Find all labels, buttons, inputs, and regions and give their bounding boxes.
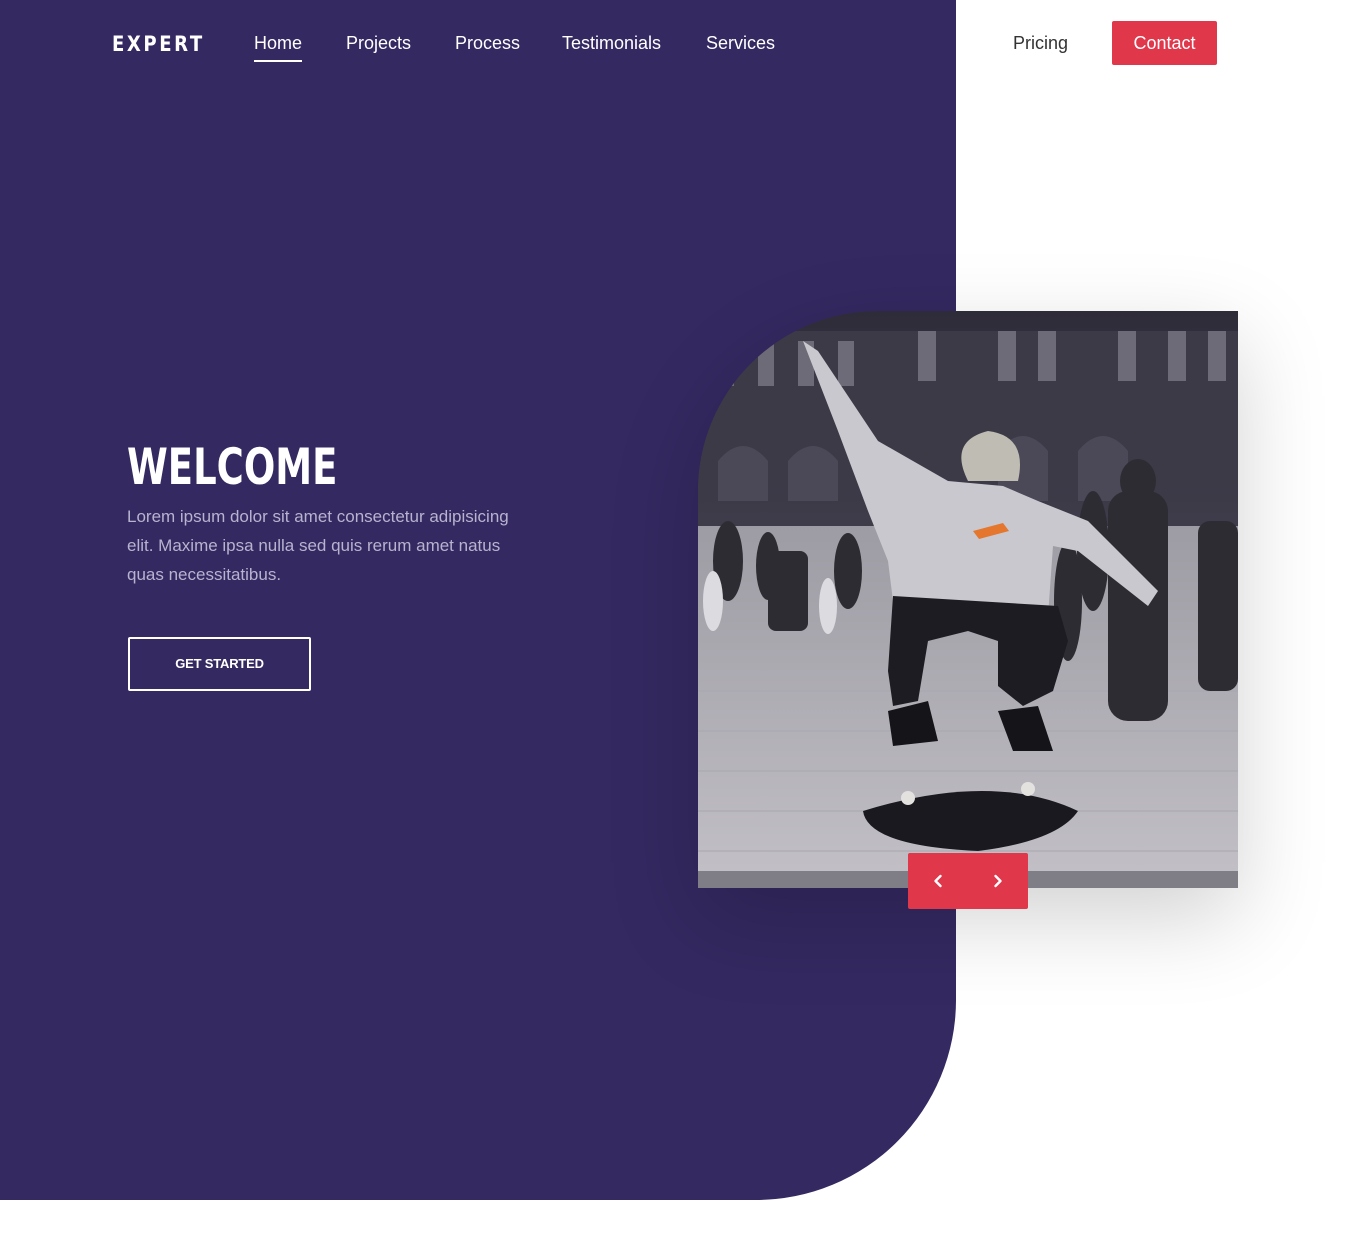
slider-controls bbox=[908, 853, 1028, 909]
contact-button[interactable]: Contact bbox=[1112, 21, 1217, 65]
logo[interactable]: EXPERT bbox=[112, 30, 205, 58]
chevron-left-icon bbox=[934, 874, 942, 888]
nav-link-testimonials[interactable]: Testimonials bbox=[562, 32, 661, 54]
slider-prev-button[interactable] bbox=[908, 853, 968, 909]
hero-lead-text: Lorem ipsum dolor sit amet consectetur a… bbox=[127, 507, 509, 584]
nav-link-services[interactable]: Services bbox=[706, 32, 775, 54]
slider-next-button[interactable] bbox=[968, 853, 1028, 909]
get-started-button[interactable]: GET STARTED bbox=[128, 637, 311, 691]
nav-link-process[interactable]: Process bbox=[455, 32, 520, 54]
nav-link-pricing[interactable]: Pricing bbox=[1013, 32, 1068, 54]
chevron-right-icon bbox=[994, 874, 1002, 888]
hero-title: WELCOME bbox=[127, 438, 338, 496]
nav-link-home[interactable]: Home bbox=[254, 32, 303, 62]
top-navigation: EXPERT Home Projects Process Testimonial… bbox=[0, 0, 1366, 88]
hero-photo-skateboarder bbox=[698, 311, 1238, 888]
nav-link-projects[interactable]: Projects bbox=[346, 32, 411, 54]
